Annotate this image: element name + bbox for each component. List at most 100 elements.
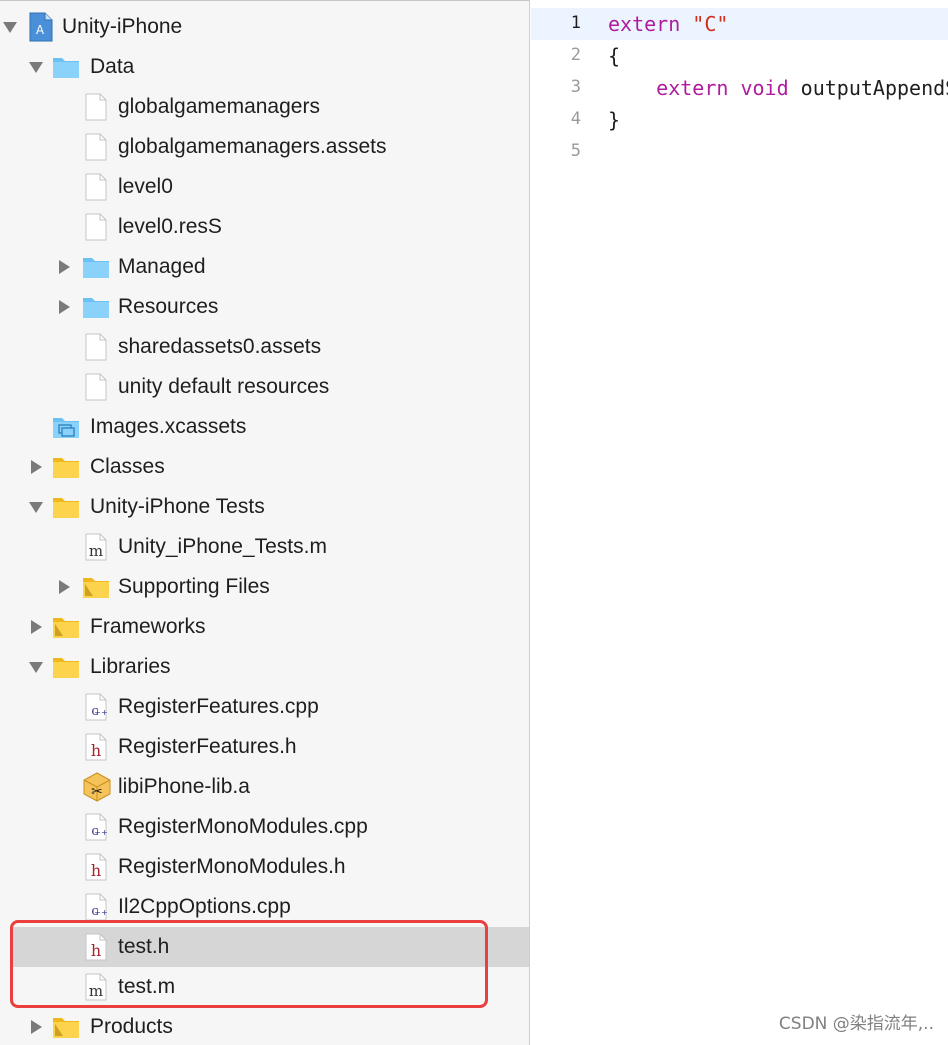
- disclosure-expanded-icon[interactable]: [26, 57, 46, 77]
- code-line[interactable]: 1 extern "C": [531, 8, 948, 40]
- code-keyword: void: [740, 76, 789, 100]
- disclosure-collapsed-icon[interactable]: [54, 577, 74, 597]
- svg-text:✂: ✂: [91, 784, 103, 800]
- navigator-item[interactable]: Managed: [0, 247, 530, 287]
- blue-folder-icon: [82, 254, 110, 280]
- navigator-item[interactable]: c ++ RegisterMonoModules.cpp: [0, 807, 530, 847]
- file-icon: [82, 373, 110, 401]
- navigator-item-label: libiPhone-lib.a: [118, 775, 250, 798]
- navigator-item[interactable]: level0: [0, 167, 530, 207]
- disclosure-collapsed-icon[interactable]: [26, 617, 46, 637]
- navigator-item-label: level0.resS: [118, 215, 222, 238]
- disclosure-collapsed-icon[interactable]: [26, 457, 46, 477]
- navigator-item[interactable]: Products: [0, 1007, 530, 1045]
- navigator-item[interactable]: c ++ RegisterFeatures.cpp: [0, 687, 530, 727]
- svg-text:++: ++: [94, 908, 107, 917]
- navigator-item-label: level0: [118, 175, 173, 198]
- disclosure-collapsed-icon[interactable]: [26, 1017, 46, 1037]
- navigator-item[interactable]: Images.xcassets: [0, 407, 530, 447]
- navigator-item-label: unity default resources: [118, 375, 330, 398]
- navigator-item-label: Data: [90, 55, 135, 78]
- navigator-item-label: test.h: [118, 935, 170, 958]
- svg-text:h: h: [91, 741, 101, 760]
- navigator-item[interactable]: Libraries: [0, 647, 530, 687]
- navigator-item[interactable]: A Unity-iPhone: [0, 7, 530, 47]
- file-icon: [82, 333, 110, 361]
- navigator-item-label: Images.xcassets: [90, 415, 247, 438]
- navigator-item[interactable]: unity default resources: [0, 367, 530, 407]
- code-string: "C": [692, 12, 729, 36]
- cpp-file-icon: c ++: [82, 893, 110, 921]
- svg-text:++: ++: [94, 828, 107, 837]
- file-icon: [82, 213, 110, 241]
- line-number: 1: [570, 13, 581, 33]
- navigator-item[interactable]: Frameworks: [0, 607, 530, 647]
- svg-text:m: m: [89, 542, 103, 560]
- code-text: extern void outputAppendString(const cha…: [608, 76, 948, 100]
- svg-text:h: h: [91, 861, 101, 880]
- svg-text:h: h: [91, 941, 101, 960]
- blue-folder-icon: [82, 294, 110, 320]
- disclosure-expanded-icon[interactable]: [0, 17, 20, 37]
- objc-file-icon: m: [82, 973, 110, 1001]
- navigator-item-label: Unity-iPhone Tests: [90, 495, 265, 518]
- navigator-item[interactable]: Classes: [0, 447, 530, 487]
- watermark: CSDN @染指流年,..: [778, 1014, 934, 1034]
- navigator-item[interactable]: Resources: [0, 287, 530, 327]
- navigator-item-label: Products: [90, 1015, 173, 1038]
- navigator-item[interactable]: m test.m: [0, 967, 530, 1007]
- navigator-item-label: RegisterFeatures.cpp: [118, 695, 319, 718]
- disclosure-collapsed-icon[interactable]: [54, 297, 74, 317]
- line-number: 2: [570, 45, 581, 65]
- navigator-item[interactable]: h RegisterFeatures.h: [0, 727, 530, 767]
- navigator-item[interactable]: Supporting Files: [0, 567, 530, 607]
- navigator-item-label: Libraries: [90, 655, 171, 678]
- line-number: 5: [570, 141, 581, 161]
- disclosure-expanded-icon[interactable]: [26, 497, 46, 517]
- group-folder-icon: [52, 1014, 80, 1040]
- code-token: {: [608, 44, 621, 68]
- navigator-item[interactable]: Data: [0, 47, 530, 87]
- code-text: extern "C": [608, 12, 728, 36]
- navigator-item-label: Il2CppOptions.cpp: [118, 895, 291, 918]
- navigator-item[interactable]: globalgamemanagers: [0, 87, 530, 127]
- line-number: 4: [570, 109, 581, 129]
- navigator-item[interactable]: level0.resS: [0, 207, 530, 247]
- svg-text:++: ++: [94, 708, 107, 717]
- navigator-item[interactable]: ✂ libiPhone-lib.a: [0, 767, 530, 807]
- objc-file-icon: m: [82, 533, 110, 561]
- source-editor[interactable]: 1extern "C"2{3 extern void outputAppendS…: [531, 0, 948, 1044]
- navigator-item-label: RegisterMonoModules.h: [118, 855, 346, 878]
- code-line[interactable]: 4}: [531, 104, 948, 136]
- xcode-project-icon: A: [28, 12, 56, 42]
- header-file-icon: h: [82, 933, 110, 961]
- code-line[interactable]: 5: [531, 136, 948, 168]
- code-token: outputAppendString(const char *str1, con…: [800, 76, 948, 100]
- file-icon: [82, 133, 110, 161]
- code-line[interactable]: 3 extern void outputAppendString(const c…: [531, 72, 948, 104]
- navigator-item[interactable]: sharedassets0.assets: [0, 327, 530, 367]
- navigator-item[interactable]: Unity-iPhone Tests: [0, 487, 530, 527]
- disclosure-collapsed-icon[interactable]: [54, 257, 74, 277]
- header-file-icon: h: [82, 733, 110, 761]
- code-line[interactable]: 2{: [531, 40, 948, 72]
- cpp-file-icon: c ++: [82, 813, 110, 841]
- svg-text:m: m: [89, 982, 103, 1000]
- blue-folder-icon: [52, 54, 80, 80]
- disclosure-expanded-icon[interactable]: [26, 657, 46, 677]
- navigator-item[interactable]: h test.h: [12, 927, 530, 967]
- code-text: {: [608, 44, 620, 68]
- file-icon: [82, 93, 110, 121]
- yellow-folder-icon: [52, 454, 80, 480]
- navigator-item[interactable]: m Unity_iPhone_Tests.m: [0, 527, 530, 567]
- navigator-item[interactable]: globalgamemanagers.assets: [0, 127, 530, 167]
- navigator-item[interactable]: c ++ Il2CppOptions.cpp: [0, 887, 530, 927]
- yellow-folder-icon: [52, 494, 80, 520]
- code-text: }: [608, 108, 620, 132]
- project-navigator[interactable]: A Unity-iPhone Data globalgamemanagers globa…: [0, 0, 530, 1045]
- group-folder-icon: [52, 614, 80, 640]
- navigator-item[interactable]: h RegisterMonoModules.h: [0, 847, 530, 887]
